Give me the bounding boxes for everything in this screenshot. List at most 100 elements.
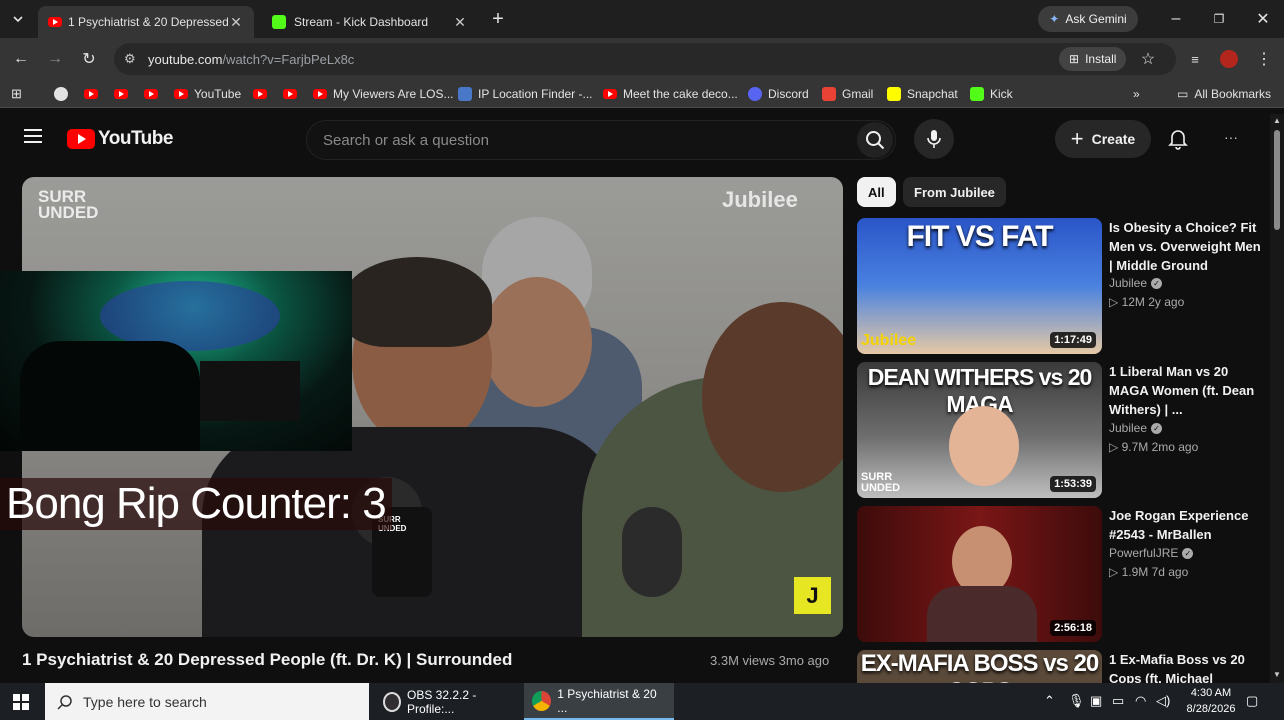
youtube-bookmark-icon[interactable] <box>253 85 273 103</box>
address-bar[interactable]: ⚙ youtube.com/watch?v=FarjbPeLx8c <box>114 43 1176 75</box>
bookmark-ip-location[interactable]: IP Location Finder -... <box>458 85 593 103</box>
notifications-bell-icon[interactable] <box>1168 128 1188 155</box>
youtube-bookmark-icon[interactable] <box>84 85 104 103</box>
clock-date: 8/28/2026 <box>1186 703 1236 715</box>
chrome-menu-icon[interactable]: ⋮ <box>1252 47 1276 71</box>
create-button[interactable]: + Create <box>1055 120 1151 158</box>
hamburger-menu-icon[interactable] <box>23 128 43 149</box>
rec-thumbnail[interactable]: 2:56:18 <box>857 506 1102 642</box>
youtube-bookmark-icon[interactable] <box>114 85 134 103</box>
scroll-up-icon[interactable]: ▲ <box>1273 116 1281 125</box>
rec-title[interactable]: Is Obesity a Choice? Fit Men vs. Overwei… <box>1109 218 1261 275</box>
taskbar-app-chrome[interactable]: 1 Psychiatrist & 20 ... <box>524 683 674 720</box>
scrollbar-thumb[interactable] <box>1274 130 1280 230</box>
snapchat-icon <box>887 87 901 101</box>
volume-tray-icon[interactable]: ◁) <box>1156 693 1170 709</box>
tab-close-icon[interactable]: ✕ <box>452 14 468 31</box>
rec-title[interactable]: 1 Ex-Mafia Boss vs 20 Cops (ft. Michael <box>1109 650 1261 683</box>
thumbnail-text: EX-MAFIA BOSS vs 20 COPS <box>860 650 1100 683</box>
close-window-icon[interactable]: ✕ <box>1251 7 1275 31</box>
restore-icon[interactable]: ❐ <box>1207 7 1231 31</box>
verified-check-icon: ✓ <box>1151 422 1163 434</box>
notifications-icon[interactable]: ▢ <box>1246 693 1258 709</box>
bookmark-youtube[interactable]: YouTube <box>174 85 241 103</box>
video-meta: 3.3M views 3mo ago <box>710 653 830 668</box>
bookmark-snapchat[interactable]: Snapchat <box>887 85 958 103</box>
chip-from-jubilee[interactable]: From Jubilee <box>903 177 1006 207</box>
windows-start-icon[interactable] <box>13 694 29 715</box>
new-tab-plus-icon[interactable]: + <box>486 7 510 31</box>
rec-channel[interactable]: PowerfulJRE ✓ <box>1109 546 1194 560</box>
chip-all[interactable]: All <box>857 177 896 207</box>
windows-taskbar: Type here to search OBS 32.2.2 - Profile… <box>0 683 1284 720</box>
globe-bookmark-icon[interactable] <box>54 85 74 103</box>
microphone-tray-icon[interactable]: 🎙 <box>1068 693 1085 709</box>
youtube-bookmark-icon[interactable] <box>283 85 303 103</box>
jubilee-logo-icon[interactable]: J <box>794 577 831 614</box>
install-icon: ⊞ <box>1069 52 1080 66</box>
voice-search-button[interactable] <box>914 119 954 159</box>
url-host: youtube.com <box>148 51 223 67</box>
bookmark-my-viewers[interactable]: My Viewers Are LOS... <box>313 85 454 103</box>
media-controls-icon[interactable]: ≡ <box>1183 47 1207 71</box>
tab-kick-dashboard[interactable]: Stream - Kick Dashboard ✕ <box>262 6 478 38</box>
youtube-bookmark-icon[interactable] <box>144 85 164 103</box>
search-button[interactable] <box>857 122 893 158</box>
rec-title[interactable]: Joe Rogan Experience #2543 - MrBallen <box>1109 506 1261 544</box>
scroll-down-icon[interactable]: ▼ <box>1273 670 1281 679</box>
bookmark-discord[interactable]: Discord <box>748 85 809 103</box>
profile-avatar-icon[interactable] <box>1217 47 1241 71</box>
browser-tab-strip: 1 Psychiatrist & 20 Depressed P ✕ Stream… <box>0 0 1284 38</box>
youtube-logo[interactable]: YouTube <box>67 128 173 150</box>
tab-title: Stream - Kick Dashboard <box>294 15 429 29</box>
ask-gemini-button[interactable]: ✦ Ask Gemini <box>1038 6 1138 32</box>
youtube-logo-text: YouTube <box>98 128 173 149</box>
network-tray-icon[interactable]: ▣ <box>1090 693 1102 709</box>
rec-title[interactable]: 1 Liberal Man vs 20 MAGA Women (ft. Dean… <box>1109 362 1261 419</box>
rec-thumbnail[interactable]: EX-MAFIA BOSS vs 20 COPS <box>857 650 1102 683</box>
bong-rip-counter-overlay: Bong Rip Counter: 3 <box>0 478 392 530</box>
thumbnail-badge: SURR UNDED <box>861 471 901 494</box>
minimize-icon[interactable]: – <box>1164 7 1188 31</box>
create-label: Create <box>1091 131 1136 147</box>
rec-channel[interactable]: Jubilee ✓ <box>1109 276 1163 290</box>
battery-tray-icon[interactable]: ▭ <box>1112 693 1124 709</box>
all-bookmarks-button[interactable]: ▭ All Bookmarks <box>1177 85 1271 103</box>
channel-name: PowerfulJRE <box>1109 546 1179 560</box>
tray-overflow-chevron-icon[interactable]: ⌃ <box>1044 693 1055 709</box>
bookmark-kick[interactable]: Kick <box>970 85 1013 103</box>
more-options-icon[interactable]: ··· <box>1224 129 1238 145</box>
taskbar-search-input[interactable]: Type here to search <box>45 683 369 720</box>
rec-thumbnail[interactable]: DEAN WITHERS vs 20 MAGA SURR UNDED 1:53:… <box>857 362 1102 498</box>
page-scrollbar[interactable]: ▲ ▼ <box>1270 114 1284 683</box>
bookmark-cake[interactable]: Meet the cake deco... <box>603 85 738 103</box>
back-arrow-icon[interactable]: ← <box>9 47 33 71</box>
search-input[interactable]: Search or ask a question <box>306 120 896 160</box>
taskbar-app-obs[interactable]: OBS 32.2.2 - Profile:... <box>375 683 520 720</box>
reload-icon[interactable]: ↻ <box>77 47 101 71</box>
site-info-icon[interactable]: ⚙ <box>124 51 136 67</box>
tab-close-icon[interactable]: ✕ <box>228 14 244 31</box>
rec-stats: ▷ 1.9M 7d ago <box>1109 565 1189 579</box>
rec-thumbnail[interactable]: FIT VS FAT Jubilee 1:17:49 <box>857 218 1102 354</box>
apps-grid-icon[interactable]: ⊞ <box>11 85 22 103</box>
tab-youtube-video[interactable]: 1 Psychiatrist & 20 Depressed P ✕ <box>38 6 254 38</box>
bookmark-label: Gmail <box>842 87 874 101</box>
rec-channel[interactable]: Jubilee ✓ <box>1109 421 1163 435</box>
more-bookmarks-chevron-icon[interactable]: » <box>1133 85 1140 103</box>
clock-time: 4:30 AM <box>1190 687 1232 699</box>
taskbar-clock[interactable]: 4:30 AM 8/28/2026 <box>1180 685 1242 717</box>
tab-search-chevron-icon[interactable] <box>6 7 30 31</box>
bookmark-gmail[interactable]: Gmail <box>822 85 873 103</box>
video-duration: 2:56:18 <box>1050 620 1096 636</box>
forward-arrow-icon[interactable]: → <box>43 47 67 71</box>
gemini-sparkle-icon: ✦ <box>1049 12 1060 26</box>
taskbar-app-label: 1 Psychiatrist & 20 ... <box>557 686 657 715</box>
tab-title: 1 Psychiatrist & 20 Depressed P <box>68 15 228 29</box>
bookmark-star-icon[interactable]: ☆ <box>1136 47 1160 71</box>
wifi-tray-icon[interactable]: ◠ <box>1135 693 1146 709</box>
youtube-favicon-icon <box>48 17 62 27</box>
install-app-button[interactable]: ⊞ Install <box>1059 47 1127 71</box>
youtube-icon <box>313 89 327 99</box>
verified-check-icon: ✓ <box>1182 547 1194 559</box>
